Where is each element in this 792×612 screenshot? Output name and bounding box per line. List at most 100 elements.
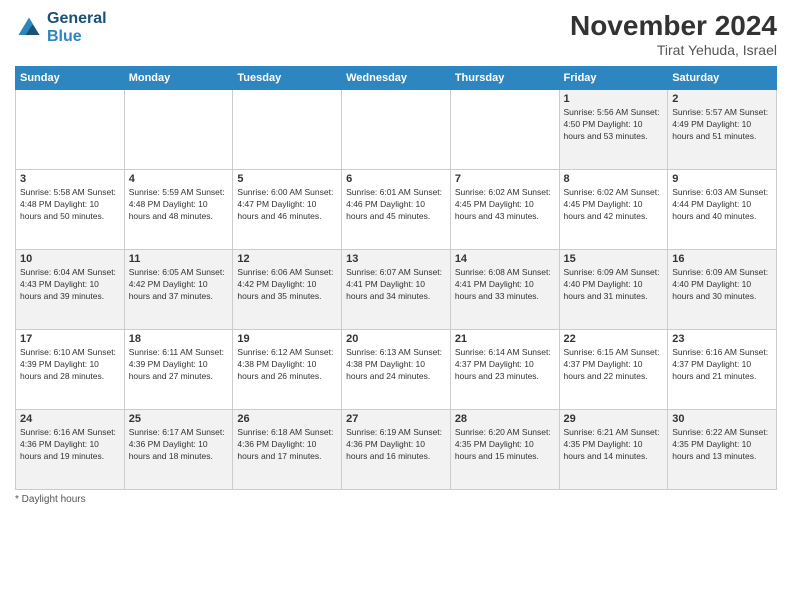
day-number: 16: [672, 253, 772, 265]
calendar-cell: 19Sunrise: 6:12 AM Sunset: 4:38 PM Dayli…: [233, 330, 342, 410]
calendar-cell: 9 Sunrise: 6:03 AM Sunset: 4:44 PM Daylig…: [668, 170, 777, 250]
day-info: Sunrise: 6:19 AM Sunset: 4:36 PM Dayligh…: [346, 427, 446, 463]
calendar-cell: 23 Sunrise: 6:16 AM Sunset: 4:37 PM Dayli…: [668, 330, 777, 410]
day-info: Sunrise: 6:11 AM Sunset: 4:39 PM Dayligh…: [129, 347, 229, 383]
calendar-cell: 4 Sunrise: 5:59 AM Sunset: 4:48 PM Daylig…: [124, 170, 233, 250]
calendar-cell: 24 Sunrise: 6:16 AM Sunset: 4:36 PM Dayli…: [16, 410, 125, 490]
header-saturday: Saturday: [668, 67, 777, 90]
calendar-cell: 12 Sunrise: 6:06 AM Sunset: 4:42 PM Dayli…: [233, 250, 342, 330]
calendar-week-4: 17 Sunrise: 6:10 AM Sunset: 4:39 PM Dayli…: [16, 330, 777, 410]
day-number: 14: [455, 253, 555, 265]
calendar-cell: 15 Sunrise: 6:09 AM Sunset: 4:40 PM Dayli…: [559, 250, 668, 330]
day-info: Sunrise: 5:59 AM Sunset: 4:48 PM Dayligh…: [129, 187, 229, 223]
calendar-cell: 7 Sunrise: 6:02 AM Sunset: 4:45 PM Daylig…: [450, 170, 559, 250]
day-info: Sunrise: 6:03 AM Sunset: 4:44 PM Dayligh…: [672, 187, 772, 223]
calendar-cell: [342, 90, 451, 170]
footer-note: * Daylight hours: [15, 494, 777, 505]
day-info: Sunrise: 6:01 AM Sunset: 4:46 PM Dayligh…: [346, 187, 446, 223]
daylight-note: Daylight hours: [22, 494, 86, 505]
header-tuesday: Tuesday: [233, 67, 342, 90]
calendar-cell: [450, 90, 559, 170]
day-number: 20: [346, 333, 446, 345]
day-number: 29: [564, 413, 664, 425]
day-number: 24: [20, 413, 120, 425]
day-number: 8: [564, 173, 664, 185]
day-info: Sunrise: 6:02 AM Sunset: 4:45 PM Dayligh…: [564, 187, 664, 223]
day-info: Sunrise: 6:09 AM Sunset: 4:40 PM Dayligh…: [672, 267, 772, 303]
calendar-cell: 18 Sunrise: 6:11 AM Sunset: 4:39 PM Dayli…: [124, 330, 233, 410]
calendar-week-5: 24 Sunrise: 6:16 AM Sunset: 4:36 PM Dayli…: [16, 410, 777, 490]
day-info: Sunrise: 6:16 AM Sunset: 4:36 PM Dayligh…: [20, 427, 120, 463]
calendar-cell: 2Sunrise: 5:57 AM Sunset: 4:49 PM Daylig…: [668, 90, 777, 170]
calendar-cell: 30 Sunrise: 6:22 AM Sunset: 4:35 PM Dayli…: [668, 410, 777, 490]
calendar-cell: 6 Sunrise: 6:01 AM Sunset: 4:46 PM Daylig…: [342, 170, 451, 250]
calendar-cell: 8 Sunrise: 6:02 AM Sunset: 4:45 PM Daylig…: [559, 170, 668, 250]
day-number: 4: [129, 173, 229, 185]
calendar-table: Sunday Monday Tuesday Wednesday Thursday…: [15, 66, 777, 490]
header-row: Sunday Monday Tuesday Wednesday Thursday…: [16, 67, 777, 90]
day-info: Sunrise: 6:06 AM Sunset: 4:42 PM Dayligh…: [237, 267, 337, 303]
day-info: Sunrise: 6:02 AM Sunset: 4:45 PM Dayligh…: [455, 187, 555, 223]
calendar-cell: 5Sunrise: 6:00 AM Sunset: 4:47 PM Daylig…: [233, 170, 342, 250]
day-number: 25: [129, 413, 229, 425]
day-number: 3: [20, 173, 120, 185]
day-number: 26: [237, 413, 337, 425]
header-sunday: Sunday: [16, 67, 125, 90]
day-number: 13: [346, 253, 446, 265]
day-number: 12: [237, 253, 337, 265]
day-info: Sunrise: 5:56 AM Sunset: 4:50 PM Dayligh…: [564, 107, 664, 143]
day-number: 10: [20, 253, 120, 265]
calendar-cell: 22Sunrise: 6:15 AM Sunset: 4:37 PM Dayli…: [559, 330, 668, 410]
logo-icon: [15, 14, 43, 42]
day-number: 23: [672, 333, 772, 345]
day-number: 1: [564, 93, 664, 105]
calendar-cell: [233, 90, 342, 170]
day-number: 9: [672, 173, 772, 185]
day-info: Sunrise: 6:07 AM Sunset: 4:41 PM Dayligh…: [346, 267, 446, 303]
calendar-cell: 13 Sunrise: 6:07 AM Sunset: 4:41 PM Dayli…: [342, 250, 451, 330]
day-info: Sunrise: 6:05 AM Sunset: 4:42 PM Dayligh…: [129, 267, 229, 303]
month-title: November 2024: [570, 10, 777, 42]
day-info: Sunrise: 6:20 AM Sunset: 4:35 PM Dayligh…: [455, 427, 555, 463]
day-info: Sunrise: 6:13 AM Sunset: 4:38 PM Dayligh…: [346, 347, 446, 383]
logo-line2: Blue: [47, 28, 107, 46]
day-info: Sunrise: 6:18 AM Sunset: 4:36 PM Dayligh…: [237, 427, 337, 463]
calendar-week-2: 3Sunrise: 5:58 AM Sunset: 4:48 PM Daylig…: [16, 170, 777, 250]
calendar-cell: 27Sunrise: 6:19 AM Sunset: 4:36 PM Dayli…: [342, 410, 451, 490]
day-number: 6: [346, 173, 446, 185]
day-info: Sunrise: 6:10 AM Sunset: 4:39 PM Dayligh…: [20, 347, 120, 383]
day-info: Sunrise: 6:14 AM Sunset: 4:37 PM Dayligh…: [455, 347, 555, 383]
day-info: Sunrise: 6:21 AM Sunset: 4:35 PM Dayligh…: [564, 427, 664, 463]
day-number: 28: [455, 413, 555, 425]
day-info: Sunrise: 6:22 AM Sunset: 4:35 PM Dayligh…: [672, 427, 772, 463]
day-number: 30: [672, 413, 772, 425]
calendar-cell: 29 Sunrise: 6:21 AM Sunset: 4:35 PM Dayli…: [559, 410, 668, 490]
page: General Blue November 2024 Tirat Yehuda,…: [0, 0, 792, 612]
day-info: Sunrise: 6:16 AM Sunset: 4:37 PM Dayligh…: [672, 347, 772, 383]
location: Tirat Yehuda, Israel: [570, 42, 777, 58]
calendar-cell: 1 Sunrise: 5:56 AM Sunset: 4:50 PM Daylig…: [559, 90, 668, 170]
day-number: 17: [20, 333, 120, 345]
calendar-cell: 20 Sunrise: 6:13 AM Sunset: 4:38 PM Dayli…: [342, 330, 451, 410]
day-info: Sunrise: 6:04 AM Sunset: 4:43 PM Dayligh…: [20, 267, 120, 303]
day-number: 21: [455, 333, 555, 345]
calendar-cell: 17 Sunrise: 6:10 AM Sunset: 4:39 PM Dayli…: [16, 330, 125, 410]
title-section: November 2024 Tirat Yehuda, Israel: [570, 10, 777, 58]
calendar-cell: 25Sunrise: 6:17 AM Sunset: 4:36 PM Dayli…: [124, 410, 233, 490]
calendar-cell: 11 Sunrise: 6:05 AM Sunset: 4:42 PM Dayli…: [124, 250, 233, 330]
day-number: 18: [129, 333, 229, 345]
day-number: 11: [129, 253, 229, 265]
day-info: Sunrise: 6:00 AM Sunset: 4:47 PM Dayligh…: [237, 187, 337, 223]
calendar-week-1: 1 Sunrise: 5:56 AM Sunset: 4:50 PM Daylig…: [16, 90, 777, 170]
calendar-cell: 10 Sunrise: 6:04 AM Sunset: 4:43 PM Dayli…: [16, 250, 125, 330]
logo: General Blue: [15, 10, 107, 45]
calendar-cell: 14Sunrise: 6:08 AM Sunset: 4:41 PM Dayli…: [450, 250, 559, 330]
day-info: Sunrise: 6:09 AM Sunset: 4:40 PM Dayligh…: [564, 267, 664, 303]
header-thursday: Thursday: [450, 67, 559, 90]
day-number: 15: [564, 253, 664, 265]
header-friday: Friday: [559, 67, 668, 90]
day-number: 22: [564, 333, 664, 345]
day-number: 2: [672, 93, 772, 105]
day-number: 7: [455, 173, 555, 185]
logo-text: General Blue: [47, 10, 107, 45]
